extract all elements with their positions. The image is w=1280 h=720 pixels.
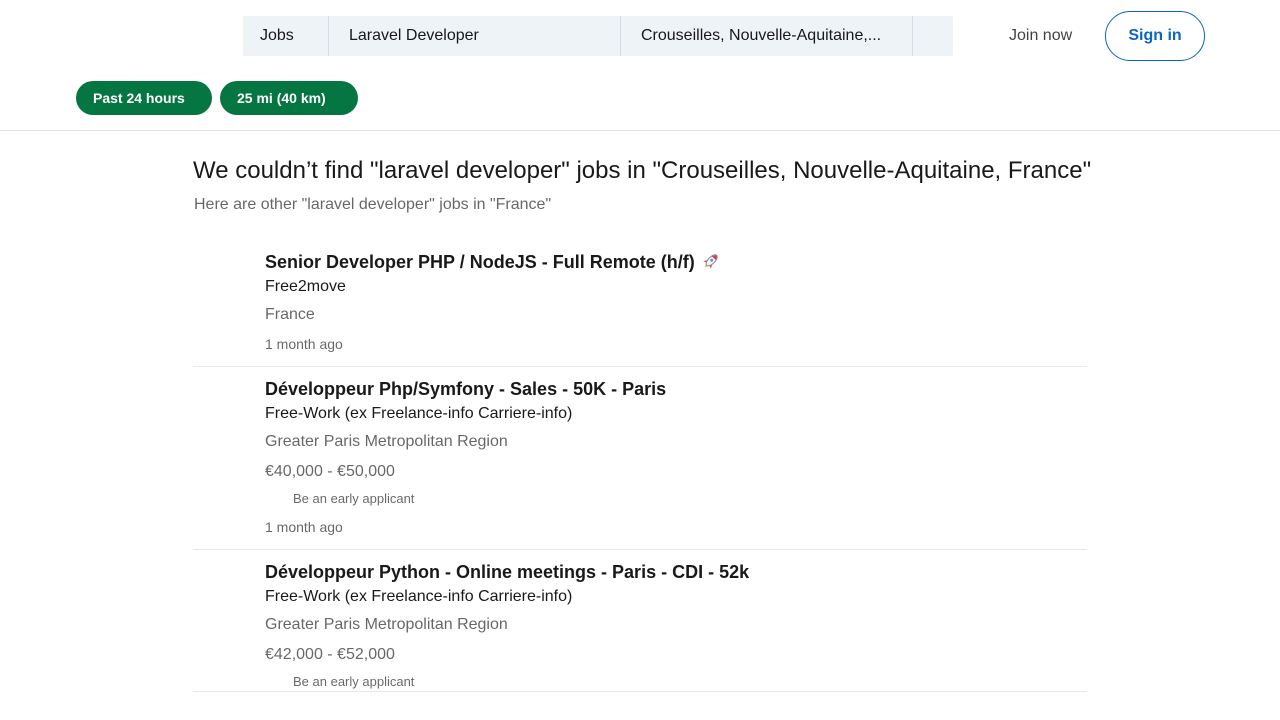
job-card[interactable]: Développeur Python - Online meetings - P… xyxy=(193,550,1087,692)
join-now-link[interactable]: Join now xyxy=(993,16,1088,56)
filter-distance[interactable]: 25 mi (40 km) xyxy=(220,81,358,115)
job-title[interactable]: Senior Developer PHP / NodeJS - Full Rem… xyxy=(265,240,1087,274)
filter-past-24-hours[interactable]: Past 24 hours xyxy=(76,81,212,115)
top-bar: Jobs Laravel Developer Crouseilles, Nouv… xyxy=(0,0,1280,131)
job-company[interactable]: Free2move xyxy=(265,277,1087,297)
no-results-headline: We couldn’t find "laravel developer" job… xyxy=(193,157,1092,184)
job-card[interactable]: Développeur Php/Symfony - Sales - 50K - … xyxy=(193,367,1087,550)
job-card[interactable]: Senior Developer PHP / NodeJS - Full Rem… xyxy=(193,240,1087,367)
job-company[interactable]: Free-Work (ex Freelance-info Carriere-in… xyxy=(265,404,1087,424)
search-submit-area[interactable] xyxy=(913,16,953,56)
job-title[interactable]: Développeur Python - Online meetings - P… xyxy=(265,550,1087,584)
job-location: Greater Paris Metropolitan Region xyxy=(265,433,508,450)
rocket-icon xyxy=(701,252,721,270)
alternative-results-subhead: Here are other "laravel developer" jobs … xyxy=(194,196,552,213)
job-results-list: Senior Developer PHP / NodeJS - Full Rem… xyxy=(193,240,1087,692)
job-company[interactable]: Free-Work (ex Freelance-info Carriere-in… xyxy=(265,587,1087,607)
job-location: France xyxy=(265,306,315,323)
job-location: Greater Paris Metropolitan Region xyxy=(265,616,508,633)
job-posted-time: 1 month ago xyxy=(265,519,343,535)
early-applicant-badge: Be an early applicant xyxy=(293,491,415,506)
job-salary: €40,000 - €50,000 xyxy=(265,463,395,480)
search-category-jobs[interactable]: Jobs xyxy=(243,16,329,56)
sign-in-button[interactable]: Sign in xyxy=(1105,11,1205,61)
early-applicant-badge: Be an early applicant xyxy=(293,674,415,689)
job-salary: €42,000 - €52,000 xyxy=(265,646,395,663)
job-title[interactable]: Développeur Php/Symfony - Sales - 50K - … xyxy=(265,367,1087,401)
location-input[interactable]: Crouseilles, Nouvelle-Aquitaine,... xyxy=(621,16,913,56)
keyword-input[interactable]: Laravel Developer xyxy=(329,16,621,56)
search-bar: Jobs Laravel Developer Crouseilles, Nouv… xyxy=(243,16,953,56)
job-posted-time: 1 month ago xyxy=(265,336,343,352)
